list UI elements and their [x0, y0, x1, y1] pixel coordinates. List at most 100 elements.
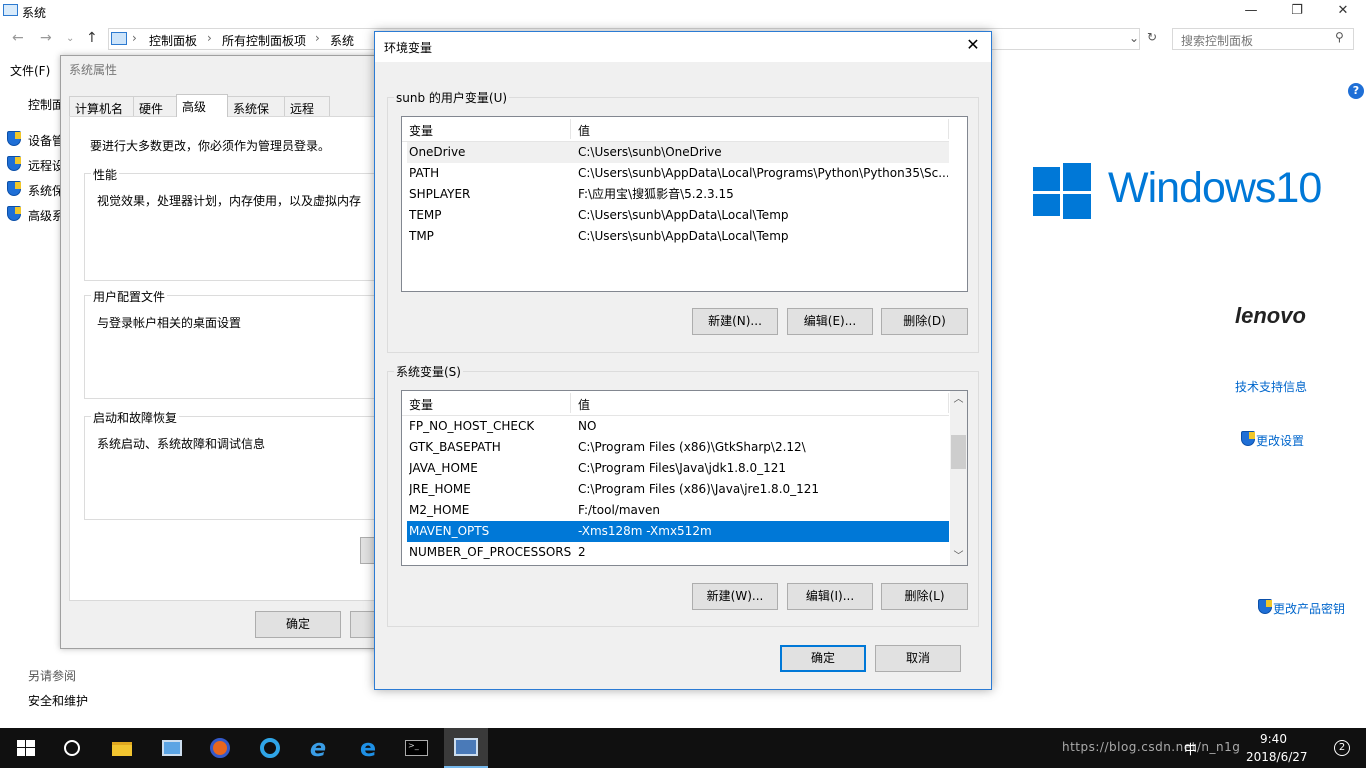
see-also-security-link[interactable]: 安全和维护 [28, 692, 88, 709]
firefox-icon[interactable] [208, 736, 232, 760]
user-delete-button[interactable]: 删除(D) [881, 308, 968, 335]
table-row[interactable]: M2_HOME F:/tool/maven [407, 500, 949, 521]
chevron-up-icon[interactable]: ︿ [950, 391, 967, 408]
column-header-value[interactable]: 值 [578, 122, 590, 139]
change-product-key-link[interactable]: 更改产品密钥 [1273, 600, 1345, 617]
up-arrow-icon[interactable]: ↑ [86, 30, 98, 46]
menu-file[interactable]: 文件(F) [10, 62, 50, 79]
tab-bar: 计算机名 硬件 高级 系统保护 远程 [69, 94, 389, 133]
tab-advanced[interactable]: 高级 [176, 94, 228, 117]
window-title: 系统 [22, 6, 47, 20]
support-info-link[interactable]: 技术支持信息 [1235, 378, 1307, 395]
column-header-variable[interactable]: 变量 [409, 122, 433, 139]
clock-time[interactable]: 9:40 [1260, 732, 1287, 746]
user-variables-group: sunb 的用户变量(U) 变量 值 OneDrive C:\Users\sun… [387, 89, 979, 353]
table-row[interactable]: OneDrive C:\Users\sunb\OneDrive [407, 142, 949, 163]
command-prompt-icon[interactable]: >_ [404, 736, 428, 760]
back-arrow-icon[interactable]: ← [12, 30, 24, 46]
edge-icon[interactable]: e [356, 736, 380, 760]
forward-arrow-icon[interactable]: → [40, 30, 52, 46]
side-header[interactable]: 控制面 [28, 96, 64, 113]
minimize-button[interactable]: — [1228, 0, 1274, 24]
table-row[interactable]: FP_NO_HOST_CHECK NO [407, 416, 949, 437]
user-variables-list[interactable]: 变量 值 OneDrive C:\Users\sunb\OneDrive PAT… [401, 116, 968, 292]
browser-icon[interactable] [258, 736, 282, 760]
clock-date[interactable]: 2018/6/27 [1246, 750, 1308, 764]
table-row[interactable]: JAVA_HOME C:\Program Files\Java\jdk1.8.0… [407, 458, 949, 479]
group-label: sunb 的用户变量(U) [394, 89, 510, 106]
internet-explorer-icon[interactable]: e [306, 736, 330, 760]
cancel-button[interactable]: 取消 [875, 645, 961, 672]
taskbar-active-item[interactable] [444, 728, 488, 768]
environment-variables-dialog: 环境变量 ✕ sunb 的用户变量(U) 变量 值 OneDrive C:\Us… [374, 31, 992, 690]
tab-computer-name[interactable]: 计算机名 [69, 96, 134, 116]
file-explorer-icon[interactable] [110, 736, 134, 760]
system-delete-button[interactable]: 删除(L) [881, 583, 968, 610]
user-edit-button[interactable]: 编辑(E)... [787, 308, 873, 335]
windows-logo-icon [1033, 163, 1091, 219]
table-row[interactable]: NUMBER_OF_PROCESSORS 2 [407, 542, 949, 563]
ok-button[interactable]: 确定 [255, 611, 341, 638]
control-panel-icon [111, 32, 127, 45]
tab-hardware[interactable]: 硬件 [133, 96, 177, 116]
shield-icon [1241, 431, 1255, 446]
breadcrumb-item[interactable]: 所有控制面板项 [222, 32, 306, 49]
shield-icon [1258, 599, 1272, 614]
tab-page-advanced: 要进行大多数更改，你必须作为管理员登录。 性能 视觉效果，处理器计划，内存使用，… [69, 116, 390, 601]
search-circle-icon[interactable] [60, 736, 84, 760]
taskbar: e e >_ https://blog.csdn.net/n_n1g 中 9:4… [0, 728, 1366, 768]
chevron-down-icon[interactable]: ﹀ [950, 548, 967, 565]
vertical-scrollbar[interactable]: ︿ ﹀ [950, 391, 967, 565]
app-window-icon[interactable] [160, 736, 184, 760]
start-windows-icon[interactable] [14, 736, 38, 760]
refresh-icon[interactable]: ↻ [1147, 30, 1157, 44]
ime-indicator[interactable]: 中 [1184, 739, 1197, 758]
search-icon[interactable]: ⚲ [1335, 30, 1344, 44]
scrollbar-thumb[interactable] [951, 435, 966, 469]
watermark: https://blog.csdn.net/n_n1g [1062, 740, 1241, 754]
table-row[interactable]: JRE_HOME C:\Program Files (x86)\Java\jre… [407, 479, 949, 500]
tab-remote[interactable]: 远程 [284, 96, 330, 116]
column-header-variable[interactable]: 变量 [409, 396, 433, 413]
shield-icon [7, 181, 21, 196]
shield-icon [7, 156, 21, 171]
lenovo-logo: lenovo [1235, 303, 1306, 328]
table-row-selected[interactable]: MAVEN_OPTS -Xms128m -Xmx512m [407, 521, 949, 542]
help-icon[interactable]: ? [1348, 83, 1364, 99]
column-header-value[interactable]: 值 [578, 396, 590, 413]
maximize-button[interactable]: ❐ [1274, 0, 1320, 24]
breadcrumb-item[interactable]: 控制面板 [149, 32, 197, 49]
dialog-title: 系统属性 [69, 63, 118, 77]
system-edit-button[interactable]: 编辑(I)... [787, 583, 873, 610]
tab-system-protection[interactable]: 系统保护 [227, 96, 285, 133]
search-input[interactable]: 搜索控制面板 [1181, 32, 1253, 49]
ok-button[interactable]: 确定 [780, 645, 866, 672]
change-settings-link[interactable]: 更改设置 [1256, 432, 1304, 449]
recent-dropdown-icon[interactable]: ⌄ [66, 33, 74, 44]
see-also-title: 另请参阅 [28, 669, 77, 683]
system-new-button[interactable]: 新建(W)... [692, 583, 778, 610]
side-item[interactable]: 高级系 [28, 207, 64, 224]
admin-note: 要进行大多数更改，你必须作为管理员登录。 [90, 139, 331, 153]
group-desc: 视觉效果，处理器计划，内存使用，以及虚拟内存 [97, 194, 362, 208]
address-dropdown-icon[interactable]: ⌄ [1129, 31, 1139, 45]
system-variables-list[interactable]: 变量 值 FP_NO_HOST_CHECK NO GTK_BASEPATH C:… [401, 390, 968, 566]
table-row[interactable]: TEMP C:\Users\sunb\AppData\Local\Temp [407, 205, 949, 226]
search-box[interactable]: 搜索控制面板 ⚲ [1172, 28, 1354, 50]
side-item[interactable]: 远程设 [28, 157, 64, 174]
table-row[interactable]: PATH C:\Users\sunb\AppData\Local\Program… [407, 163, 949, 184]
close-icon[interactable]: ✕ [961, 35, 985, 54]
user-new-button[interactable]: 新建(N)... [692, 308, 778, 335]
table-row[interactable]: TMP C:\Users\sunb\AppData\Local\Temp [407, 226, 949, 247]
breadcrumb-item[interactable]: 系统 [330, 32, 354, 49]
group-label: 性能 [91, 166, 120, 183]
side-item[interactable]: 设备管 [28, 132, 64, 149]
group-label: 启动和故障恢复 [91, 409, 180, 426]
system-variables-group: 系统变量(S) 变量 值 FP_NO_HOST_CHECK NO GTK_BAS… [387, 363, 979, 627]
side-item[interactable]: 系统保 [28, 182, 64, 199]
table-row[interactable]: SHPLAYER F:\应用宝\搜狐影音\5.2.3.15 [407, 184, 949, 205]
close-button[interactable]: ✕ [1320, 0, 1366, 24]
notification-badge[interactable]: 2 [1334, 740, 1350, 756]
table-row[interactable]: GTK_BASEPATH C:\Program Files (x86)\GtkS… [407, 437, 949, 458]
group-desc: 系统启动、系统故障和调试信息 [97, 437, 266, 451]
